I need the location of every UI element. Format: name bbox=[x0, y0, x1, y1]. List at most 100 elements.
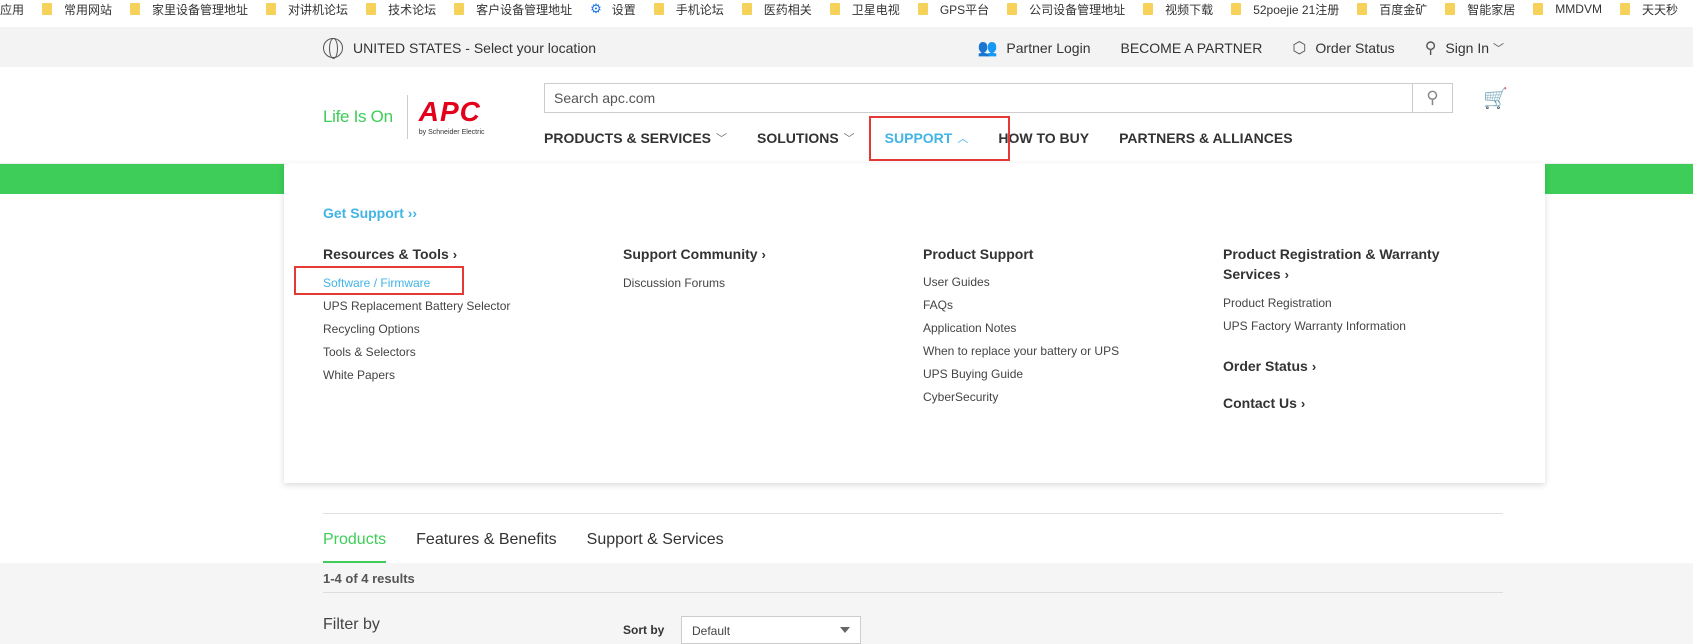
chevron-down-icon: ﹀ bbox=[716, 133, 727, 145]
search-input[interactable] bbox=[545, 84, 1405, 112]
bookmark-item[interactable]: 52poejie 21注册 bbox=[1231, 1, 1339, 18]
cart-icon[interactable]: 🛒 bbox=[1483, 86, 1508, 111]
folder-icon bbox=[130, 3, 141, 15]
bookmark-item[interactable]: 家里设备管理地址 bbox=[130, 1, 248, 18]
tab-support-services[interactable]: Support & Services bbox=[587, 531, 724, 564]
folder-icon bbox=[1445, 3, 1456, 15]
folder-icon bbox=[1007, 3, 1018, 15]
product-support-column: Product Support User Guides FAQs Applica… bbox=[923, 244, 1193, 409]
location-selector[interactable]: UNITED STATES - Select your location bbox=[323, 38, 596, 59]
life-is-on-logo: Life Is On bbox=[323, 107, 393, 126]
search-button[interactable]: ⚲ bbox=[1412, 84, 1452, 112]
search-icon: ⚲ bbox=[1426, 88, 1439, 107]
brand-logo[interactable]: Life Is On APC by Schneider Electric bbox=[323, 95, 485, 139]
tab-features[interactable]: Features & Benefits bbox=[416, 531, 557, 564]
sign-in-link[interactable]: ⚲ Sign In ﹀ bbox=[1425, 38, 1504, 58]
ups-buying-guide-link[interactable]: UPS Buying Guide bbox=[923, 363, 1193, 386]
chevron-down-icon bbox=[840, 627, 850, 633]
nav-products[interactable]: PRODUCTS & SERVICES ﹀ bbox=[544, 130, 727, 146]
folder-icon bbox=[1143, 3, 1154, 15]
recycling-link[interactable]: Recycling Options bbox=[323, 318, 593, 341]
folder-icon bbox=[1231, 3, 1242, 15]
nav-partners[interactable]: PARTNERS & ALLIANCES bbox=[1119, 130, 1292, 146]
bookmark-item[interactable]: 客户设备管理地址 bbox=[454, 1, 572, 18]
become-partner-link[interactable]: BECOME A PARTNER bbox=[1120, 40, 1262, 56]
bookmark-item[interactable]: 常用网站 bbox=[42, 1, 112, 18]
application-notes-link[interactable]: Application Notes bbox=[923, 317, 1193, 340]
chevron-right-icon: › bbox=[1284, 267, 1289, 282]
folder-icon bbox=[829, 3, 840, 15]
replace-battery-link[interactable]: When to replace your battery or UPS bbox=[923, 340, 1193, 363]
bookmark-item[interactable]: 卫星电视 bbox=[829, 1, 900, 18]
community-column: Support Community › Discussion Forums bbox=[623, 244, 893, 295]
faqs-link[interactable]: FAQs bbox=[923, 294, 1193, 317]
cybersecurity-link[interactable]: CyberSecurity bbox=[923, 386, 1193, 409]
product-support-heading: Product Support bbox=[923, 246, 1034, 262]
highlight-box-software bbox=[294, 266, 464, 295]
box-icon: ⬡ bbox=[1292, 40, 1307, 57]
search-box: ⚲ bbox=[544, 83, 1453, 113]
bookmark-item[interactable]: 公司设备管理地址 bbox=[1007, 1, 1125, 18]
bookmark-item[interactable]: 对讲机论坛 bbox=[266, 1, 348, 18]
brand-divider bbox=[406, 95, 408, 139]
battery-selector-link[interactable]: UPS Replacement Battery Selector bbox=[323, 295, 593, 318]
results-divider bbox=[323, 592, 1503, 593]
chevron-right-icon: › bbox=[1300, 396, 1306, 411]
tab-products[interactable]: Products bbox=[323, 531, 387, 564]
community-heading[interactable]: Support Community › bbox=[623, 244, 893, 265]
folder-icon bbox=[1533, 3, 1544, 15]
nav-solutions[interactable]: SOLUTIONS ﹀ bbox=[757, 130, 855, 146]
nav-how-to-buy[interactable]: HOW TO BUY bbox=[998, 130, 1089, 146]
partner-login-link[interactable]: 👥 Partner Login bbox=[978, 38, 1091, 58]
gear-icon: ⚙ bbox=[590, 1, 602, 16]
bookmark-item[interactable]: GPS平台 bbox=[917, 1, 989, 18]
utility-bar: UNITED STATES - Select your location 👥 P… bbox=[0, 27, 1693, 67]
site-header: Life Is On APC by Schneider Electric ⚲ 🛒… bbox=[0, 67, 1693, 164]
folder-icon bbox=[1619, 3, 1630, 15]
contact-us-heading[interactable]: Contact Us › bbox=[1223, 393, 1473, 414]
user-guides-link[interactable]: User Guides bbox=[923, 271, 1193, 294]
content-tabs: Products Features & Benefits Support & S… bbox=[323, 531, 754, 564]
product-registration-link[interactable]: Product Registration bbox=[1223, 292, 1473, 315]
registration-heading[interactable]: Product Registration & Warranty Services… bbox=[1223, 244, 1473, 285]
bookmark-apps[interactable]: 应用 bbox=[0, 1, 24, 18]
bookmark-item[interactable]: ⚙ 设置 bbox=[590, 1, 636, 18]
apc-logo: APC by Schneider Electric bbox=[418, 96, 485, 137]
resources-heading[interactable]: Resources & Tools › bbox=[323, 244, 593, 265]
bookmark-item[interactable]: 百度金矿 bbox=[1357, 1, 1427, 18]
chevron-right-icon: › bbox=[1311, 359, 1317, 374]
folder-icon bbox=[1357, 3, 1368, 15]
location-label: UNITED STATES - Select your location bbox=[353, 40, 596, 56]
bookmark-item[interactable]: 手机论坛 bbox=[653, 1, 724, 18]
chevron-down-icon: ﹀ bbox=[843, 133, 855, 145]
tabs-divider bbox=[323, 513, 1503, 514]
get-support-link[interactable]: Get Support ›› bbox=[323, 205, 417, 221]
folder-icon bbox=[266, 3, 277, 15]
folder-icon bbox=[917, 3, 928, 15]
bookmark-item[interactable]: 天天秒 bbox=[1619, 1, 1678, 18]
registration-column: Product Registration & Warranty Services… bbox=[1223, 244, 1473, 421]
warranty-info-link[interactable]: UPS Factory Warranty Information bbox=[1223, 315, 1473, 338]
discussion-forums-link[interactable]: Discussion Forums bbox=[623, 272, 893, 295]
bookmark-item[interactable]: MMDVM bbox=[1533, 2, 1602, 16]
chevron-right-icon: › bbox=[452, 247, 458, 262]
bookmark-item[interactable]: 技术论坛 bbox=[366, 1, 436, 18]
user-icon: ⚲ bbox=[1424, 40, 1437, 57]
highlight-box-support bbox=[869, 116, 1010, 161]
chevron-right-icon: › bbox=[761, 247, 766, 262]
tools-selectors-link[interactable]: Tools & Selectors bbox=[323, 341, 593, 364]
order-status-heading[interactable]: Order Status › bbox=[1223, 356, 1473, 377]
bookmark-item[interactable]: 智能家居 bbox=[1445, 1, 1515, 18]
bookmark-item[interactable]: 医药相关 bbox=[741, 1, 812, 18]
white-papers-link[interactable]: White Papers bbox=[323, 364, 593, 387]
bookmark-item[interactable]: 视频下载 bbox=[1143, 1, 1213, 18]
product-listing: Products Features & Benefits Support & S… bbox=[0, 483, 1693, 644]
results-count: 1-4 of 4 results bbox=[323, 571, 415, 586]
order-status-link[interactable]: ⬡ Order Status bbox=[1292, 38, 1394, 58]
folder-icon bbox=[454, 3, 465, 15]
folder-icon bbox=[366, 3, 377, 15]
sort-select[interactable]: Default bbox=[681, 616, 861, 644]
folder-icon bbox=[741, 3, 752, 15]
globe-icon bbox=[323, 38, 343, 59]
chevron-down-icon: ﹀ bbox=[1493, 43, 1504, 55]
